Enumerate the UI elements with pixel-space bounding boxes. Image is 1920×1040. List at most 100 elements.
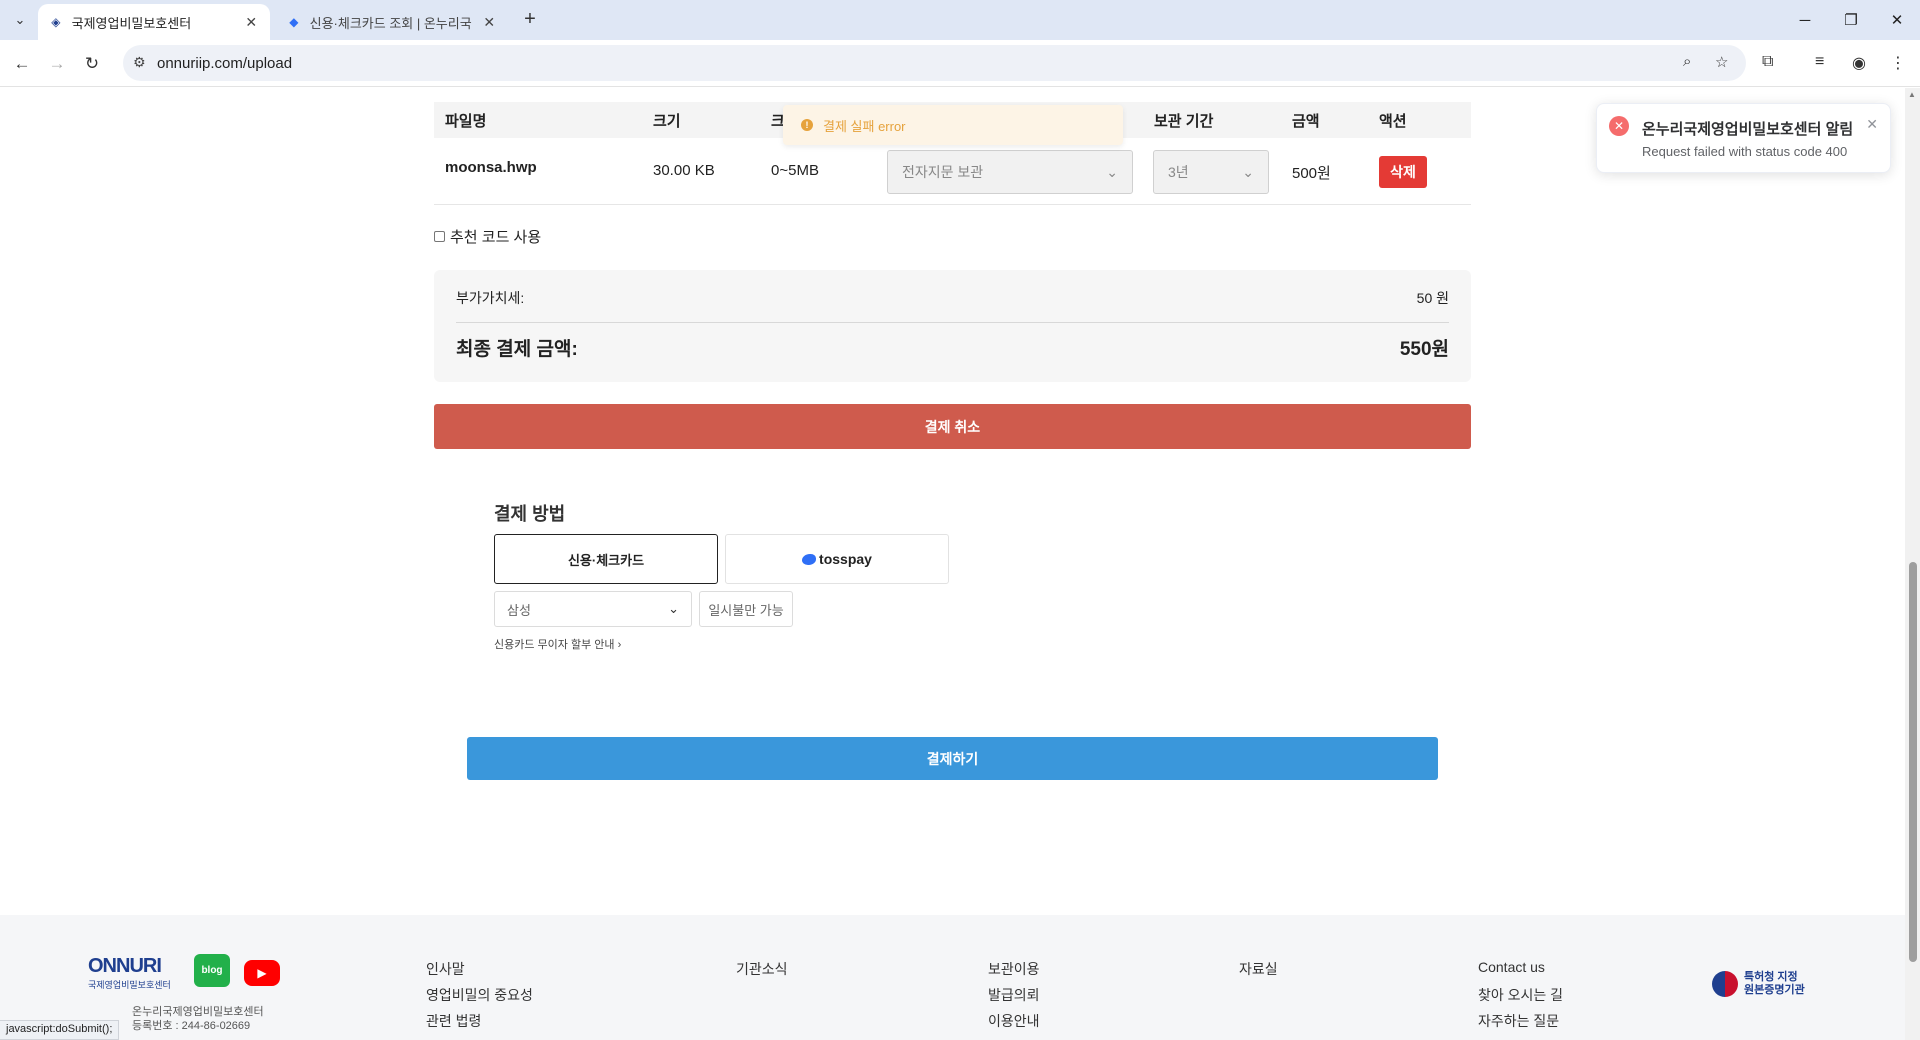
logo-text: ONNURI <box>88 955 162 977</box>
period-select[interactable]: 3년 ⌄ <box>1153 150 1269 194</box>
payment-method-title: 결제 방법 <box>494 504 566 524</box>
error-notification: ✕ 온누리국제영업비밀보호센터 알림 Request failed with s… <box>1596 103 1891 173</box>
delete-button[interactable]: 삭제 <box>1379 156 1427 188</box>
row-amount: 500원 <box>1292 165 1331 182</box>
page-scrollbar[interactable]: ▲ <box>1905 88 1920 1040</box>
header-filename: 파일명 <box>445 112 487 130</box>
submit-payment-button[interactable]: 결제하기 <box>467 737 1438 780</box>
card-payment-option[interactable]: 신용·체크카드 <box>494 534 718 584</box>
footer-link[interactable]: 자주하는 질문 <box>1478 1011 1563 1037</box>
youtube-icon[interactable]: ▶ <box>244 960 280 986</box>
payment-failed-toast: ! 결제 실패 error <box>783 105 1123 145</box>
row-filename: moonsa.hwp <box>445 159 537 176</box>
warning-text: 결제 실패 error <box>823 118 906 134</box>
scroll-up-icon[interactable]: ▲ <box>1908 90 1916 99</box>
blog-icon[interactable]: blog <box>194 954 230 987</box>
footer-col-about: 인사말 영업비밀의 중요성 관련 법령 <box>426 959 533 1037</box>
warning-icon: ! <box>801 119 813 131</box>
header-size: 크기 <box>653 112 681 130</box>
footer-col-service: 보관이용 발급의뢰 이용안내 <box>988 959 1040 1037</box>
footer-link[interactable]: 기관소식 <box>736 959 788 985</box>
address-bar[interactable]: ⚙ onnuriip.com/upload ⌕ ☆ <box>123 45 1746 81</box>
footer-link[interactable]: 찾아 오시는 길 <box>1478 985 1563 1011</box>
zoom-icon[interactable]: ⌕ <box>1683 53 1691 70</box>
close-tab-icon[interactable]: ✕ <box>480 14 498 31</box>
url-text: onnuriip.com/upload <box>157 55 293 72</box>
kipo-badge: 특허청 지정 원본증명기관 <box>1712 971 1805 997</box>
divider <box>456 322 1449 323</box>
profile-icon[interactable]: ◉ <box>1852 53 1866 73</box>
company-name: 온누리국제영업비밀보호센터 <box>132 1006 264 1018</box>
installment-info-link[interactable]: 신용카드 무이자 할부 안내 › <box>494 636 621 652</box>
tab-search-icon[interactable]: ⌄ <box>8 8 32 32</box>
close-icon[interactable]: ✕ <box>1866 116 1878 133</box>
error-icon: ✕ <box>1609 116 1629 136</box>
status-bar: javascript:doSubmit(); <box>0 1020 120 1040</box>
footer-link[interactable]: Contact us <box>1478 959 1563 985</box>
installment-link-text: 신용카드 무이자 할부 안내 <box>494 639 615 651</box>
footer-col-resources: 자료실 <box>1239 959 1278 985</box>
header-storage: 보관 기간 <box>1154 112 1214 130</box>
row-range: 0~5MB <box>771 162 819 179</box>
bookmark-star-icon[interactable]: ☆ <box>1715 53 1728 71</box>
referral-label: 추천 코드 사용 <box>450 229 542 246</box>
footer-link[interactable]: 보관이용 <box>988 959 1040 985</box>
chevron-right-icon: › <box>617 639 622 651</box>
footer-link[interactable]: 관련 법령 <box>426 1011 533 1037</box>
tosspay-option[interactable]: tosspay <box>725 534 949 584</box>
tab-title: 신용·체크카드 조회 | 온누리국 <box>309 15 472 31</box>
scroll-thumb[interactable] <box>1909 562 1917 962</box>
footer-link[interactable]: 영업비밀의 중요성 <box>426 985 533 1011</box>
close-window-icon[interactable]: ✕ <box>1874 0 1920 40</box>
footer-link[interactable]: 자료실 <box>1239 959 1278 985</box>
row-size: 30.00 KB <box>653 162 715 179</box>
header-action: 액션 <box>1379 112 1407 130</box>
referral-checkbox[interactable]: 추천 코드 사용 <box>434 226 541 247</box>
browser-toolbar: ← → ↻ ⚙ onnuriip.com/upload ⌕ ☆ ⧉ ≡ ◉ ⋮ <box>0 40 1920 87</box>
back-icon[interactable]: ← <box>8 50 36 78</box>
forward-icon[interactable]: → <box>43 50 71 78</box>
footer-link[interactable]: 인사말 <box>426 959 533 985</box>
tab-title: 국제영업비밀보호센터 <box>71 15 192 31</box>
tab-strip: ⌄ ◈ 국제영업비밀보호센터 ✕ ◆ 신용·체크카드 조회 | 온누리국 ✕ +… <box>0 0 1920 40</box>
period-value: 3년 <box>1168 164 1189 180</box>
site-info-icon[interactable]: ⚙ <box>133 54 146 71</box>
total-label: 최종 결제 금액: <box>456 339 578 360</box>
restore-icon[interactable]: ❐ <box>1828 0 1874 40</box>
footer-link[interactable]: 발급의뢰 <box>988 985 1040 1011</box>
checkbox-box[interactable] <box>434 231 445 242</box>
error-message: Request failed with status code 400 <box>1642 144 1848 159</box>
card-favicon-icon: ◆ <box>289 15 299 29</box>
tosspay-label: tosspay <box>819 551 872 567</box>
footer-col-contact: Contact us 찾아 오시는 길 자주하는 질문 <box>1478 959 1563 1037</box>
tosspay-logo-icon <box>802 553 817 565</box>
new-tab-button[interactable]: + <box>518 8 542 32</box>
chevron-down-icon: ⌄ <box>668 601 679 616</box>
page-content: 파일명 크기 크 보관 기간 금액 액션 moonsa.hwp 30.00 KB… <box>0 88 1905 1040</box>
price-summary: 부가가치세: 50 원 최종 결제 금액: 550원 <box>434 270 1471 382</box>
extensions-icon[interactable]: ⧉ <box>1762 53 1773 71</box>
tab-active[interactable]: ◈ 국제영업비밀보호센터 ✕ <box>38 4 270 40</box>
card-company-select[interactable]: 삼성 ⌄ <box>494 591 692 627</box>
header-amount: 금액 <box>1292 112 1320 130</box>
minimize-icon[interactable]: ─ <box>1782 0 1828 40</box>
kipo-line2: 원본증명기관 <box>1744 984 1805 996</box>
card-company-value: 삼성 <box>507 602 531 618</box>
table-row: moonsa.hwp 30.00 KB 0~5MB 전자지문 보관 ⌄ 3년 ⌄… <box>434 138 1471 205</box>
cancel-payment-button[interactable]: 결제 취소 <box>434 404 1471 449</box>
media-icon[interactable]: ≡ <box>1815 53 1824 71</box>
total-value: 550원 <box>1399 339 1449 360</box>
onnuri-logo[interactable]: ONNURI 국제영업비밀보호센터 <box>88 955 182 997</box>
vat-label: 부가가치세: <box>456 290 525 306</box>
kipo-line1: 특허청 지정 <box>1744 971 1798 983</box>
storage-type-select[interactable]: 전자지문 보관 ⌄ <box>887 150 1133 194</box>
menu-icon[interactable]: ⋮ <box>1890 53 1906 73</box>
lump-sum-button[interactable]: 일시불만 가능 <box>699 591 793 627</box>
tab-inactive[interactable]: ◆ 신용·체크카드 조회 | 온누리국 ✕ <box>276 4 508 40</box>
error-title: 온누리국제영업비밀보호센터 알림 <box>1642 121 1854 138</box>
footer-link[interactable]: 이용안내 <box>988 1011 1040 1037</box>
close-tab-icon[interactable]: ✕ <box>242 14 260 31</box>
reload-icon[interactable]: ↻ <box>78 50 106 78</box>
vat-value: 50 원 <box>1416 290 1449 306</box>
footer-col-news: 기관소식 <box>736 959 788 985</box>
